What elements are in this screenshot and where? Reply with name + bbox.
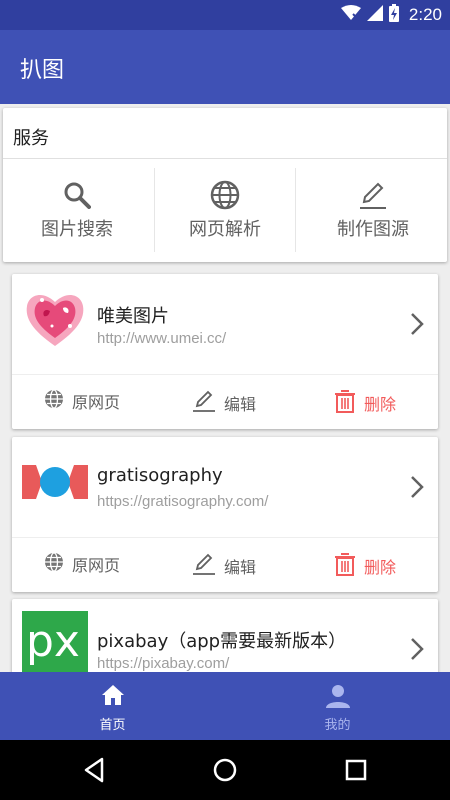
pencil-icon — [192, 389, 216, 417]
services-card: 服务 图片搜索 网页解析 制作图源 — [3, 108, 447, 262]
search-icon — [63, 179, 91, 211]
edit-label: 编辑 — [224, 395, 257, 414]
chevron-right-icon — [410, 475, 424, 503]
delete-button[interactable]: 删除 — [334, 552, 396, 580]
service-make-source[interactable]: 制作图源 — [299, 159, 447, 262]
system-nav-bar — [0, 740, 450, 800]
site-row[interactable]: 唯美图片 http://www.umei.cc/ — [12, 274, 438, 374]
open-page-button[interactable]: 原网页 — [44, 552, 120, 576]
status-time: 2:20 — [408, 5, 442, 24]
status-icons: 2:20 — [340, 4, 442, 26]
nav-home[interactable]: 首页 — [0, 672, 225, 740]
home-icon — [101, 684, 125, 710]
person-icon — [325, 684, 350, 710]
globe-icon — [44, 552, 64, 576]
app-title: 扒图 — [20, 58, 65, 83]
delete-label: 删除 — [364, 558, 397, 577]
wifi-icon — [340, 5, 361, 25]
services-title: 服务 — [13, 128, 49, 149]
app-bar: 扒图 — [0, 30, 450, 104]
delete-button[interactable]: 删除 — [334, 389, 396, 417]
site-actions: 原网页 编辑 删除 — [12, 375, 438, 429]
home-button-icon[interactable] — [211, 756, 239, 784]
pixabay-logo-text: px — [26, 616, 80, 667]
content-scroll[interactable]: 服务 图片搜索 网页解析 制作图源 唯美图片 http://www.umei.c… — [0, 104, 450, 672]
bottom-nav: 首页 我的 — [0, 672, 450, 740]
nav-label: 首页 — [99, 718, 126, 733]
site-card: gratisography https://gratisography.com/… — [12, 437, 438, 592]
trash-icon — [334, 389, 356, 417]
open-page-button[interactable]: 原网页 — [44, 389, 120, 413]
nav-label: 我的 — [324, 718, 351, 733]
edit-label: 编辑 — [224, 558, 257, 577]
pencil-icon — [358, 179, 388, 211]
site-card: 唯美图片 http://www.umei.cc/ 原网页 编辑 删除 — [12, 274, 438, 429]
site-url: http://www.umei.cc/ — [97, 330, 227, 347]
service-label: 网页解析 — [189, 219, 261, 240]
status-bar: 2:20 — [0, 0, 450, 30]
service-image-search[interactable]: 图片搜索 — [3, 159, 151, 262]
site-row[interactable]: gratisography https://gratisography.com/ — [12, 437, 438, 537]
site-row[interactable]: px pixabay（app需要最新版本） https://pixabay.co… — [12, 599, 438, 672]
nav-mine[interactable]: 我的 — [225, 672, 450, 740]
site-name: gratisography — [97, 465, 223, 486]
edit-button[interactable]: 编辑 — [192, 552, 256, 580]
signal-icon — [366, 5, 383, 25]
service-label: 制作图源 — [337, 219, 409, 240]
globe-icon — [210, 179, 240, 211]
site-url: https://gratisography.com/ — [97, 493, 269, 510]
back-icon[interactable] — [80, 756, 108, 784]
site-actions: 原网页 编辑 删除 — [12, 538, 438, 592]
divider — [295, 168, 296, 252]
delete-label: 删除 — [364, 395, 397, 414]
chevron-right-icon — [410, 312, 424, 340]
site-name: pixabay（app需要最新版本） — [97, 631, 347, 652]
recents-icon[interactable] — [342, 756, 370, 784]
service-label: 图片搜索 — [41, 219, 113, 240]
edit-button[interactable]: 编辑 — [192, 389, 256, 417]
pixabay-logo: px — [22, 611, 88, 672]
open-page-label: 原网页 — [72, 556, 121, 575]
pencil-icon — [192, 552, 216, 580]
chevron-right-icon — [410, 637, 424, 665]
open-page-label: 原网页 — [72, 393, 121, 412]
trash-icon — [334, 552, 356, 580]
service-page-parse[interactable]: 网页解析 — [151, 159, 299, 262]
gratisography-logo — [22, 449, 88, 515]
site-card: px pixabay（app需要最新版本） https://pixabay.co… — [12, 599, 438, 672]
heart-logo — [22, 286, 88, 352]
site-url: https://pixabay.com/ — [97, 655, 230, 672]
globe-icon — [44, 389, 64, 413]
site-name: 唯美图片 — [97, 306, 169, 327]
battery-charging-icon — [388, 4, 399, 26]
